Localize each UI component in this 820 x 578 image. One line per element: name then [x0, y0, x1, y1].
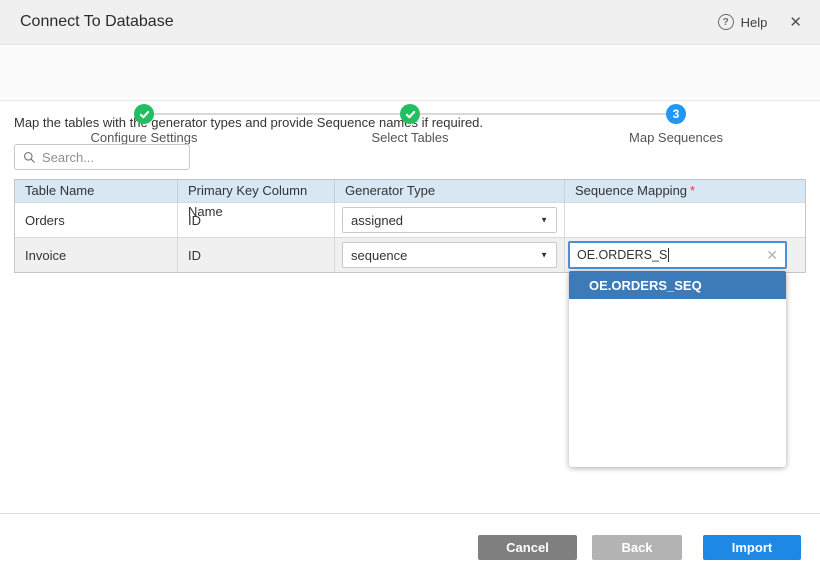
mapping-table: Table Name Primary Key Column Name Gener… — [14, 179, 806, 273]
table-header-row: Table Name Primary Key Column Name Gener… — [15, 180, 805, 202]
cell-table-name: Invoice — [15, 238, 178, 272]
cell-sequence-mapping: OE.ORDERS_S ✕ — [565, 238, 805, 272]
cell-table-name: Orders — [15, 203, 178, 237]
table-row: Orders ID assigned ▼ — [15, 202, 805, 237]
stepper-connector — [420, 113, 666, 115]
step-label-map-sequences: Map Sequences — [596, 130, 756, 145]
cell-sequence-mapping[interactable] — [565, 203, 805, 237]
sequence-suggestions-dropdown: OE.ORDERS_SEQ — [569, 271, 786, 467]
chevron-down-icon: ▼ — [540, 251, 548, 260]
check-icon — [405, 109, 416, 120]
cancel-button[interactable]: Cancel — [478, 535, 577, 560]
cell-generator-type: assigned ▼ — [335, 203, 565, 237]
back-button[interactable]: Back — [592, 535, 682, 560]
step-3-current-icon[interactable]: 3 — [666, 104, 686, 124]
dialog-titlebar: Connect To Database ? Help ✕ — [0, 0, 820, 45]
sequence-mapping-value: OE.ORDERS_S — [577, 248, 667, 262]
sequence-mapping-input[interactable]: OE.ORDERS_S ✕ — [568, 241, 787, 269]
generator-type-select[interactable]: assigned ▼ — [342, 207, 557, 233]
dropdown-option-orders-seq[interactable]: OE.ORDERS_SEQ — [569, 271, 786, 299]
step-1-complete-icon[interactable] — [134, 104, 154, 124]
table-row: Invoice ID sequence ▼ OE.ORDERS_S ✕ — [15, 237, 805, 272]
titlebar-actions: ? Help ✕ — [718, 14, 802, 30]
close-icon[interactable]: ✕ — [789, 15, 802, 30]
search-box[interactable] — [14, 144, 190, 170]
search-icon — [23, 151, 36, 164]
step-label-configure-settings: Configure Settings — [64, 130, 224, 145]
search-input[interactable] — [42, 150, 172, 165]
selected-option-label: assigned — [351, 213, 403, 228]
dialog-title: Connect To Database — [20, 13, 174, 31]
step-number: 3 — [673, 107, 680, 121]
cell-generator-type: sequence ▼ — [335, 238, 565, 272]
help-icon-glyph: ? — [723, 17, 729, 28]
import-button[interactable]: Import — [703, 535, 801, 560]
selected-option-label: sequence — [351, 248, 407, 263]
cell-primary-key: ID — [178, 238, 335, 272]
cell-primary-key: ID — [178, 203, 335, 237]
generator-type-select[interactable]: sequence ▼ — [342, 242, 557, 268]
clear-icon[interactable]: ✕ — [766, 248, 778, 262]
step-2-complete-icon[interactable] — [400, 104, 420, 124]
chevron-down-icon: ▼ — [540, 216, 548, 225]
wizard-stepper: 3 Configure Settings Select Tables Map S… — [0, 46, 820, 101]
footer-divider — [0, 513, 820, 514]
text-cursor — [668, 248, 669, 262]
stepper-connector — [154, 113, 400, 115]
step-label-select-tables: Select Tables — [330, 130, 490, 145]
column-header-label: Sequence Mapping — [575, 183, 687, 198]
check-icon — [139, 109, 150, 120]
help-link[interactable]: Help — [741, 15, 768, 30]
help-icon[interactable]: ? — [718, 14, 734, 30]
required-marker: * — [690, 183, 695, 198]
